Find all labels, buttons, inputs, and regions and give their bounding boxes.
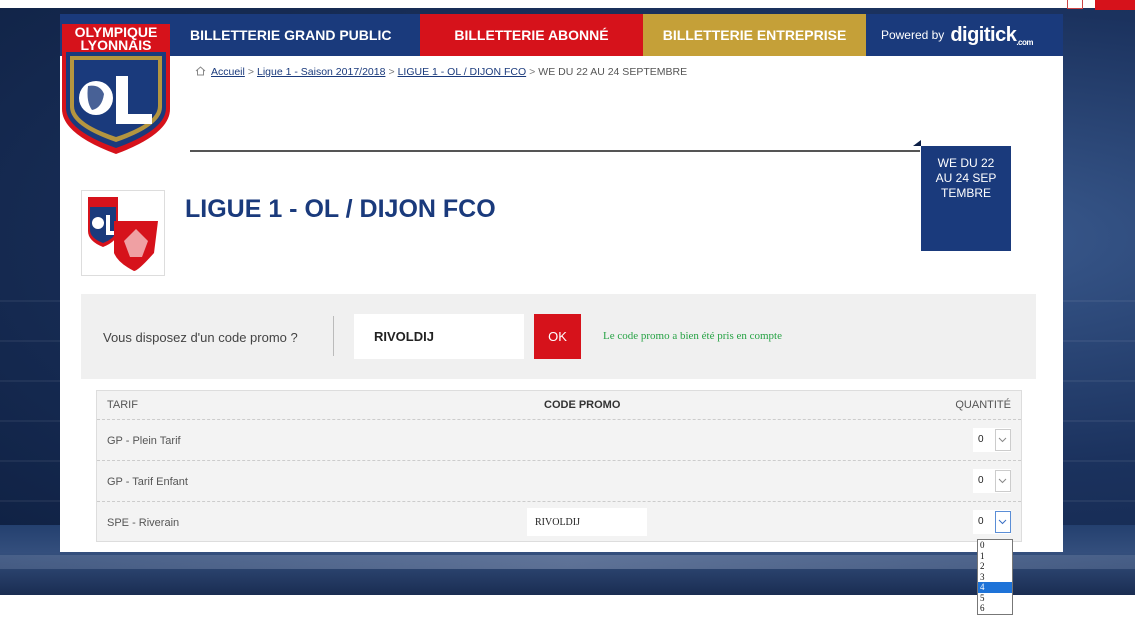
promo-success-message: Le code promo a bien été pris en compte (603, 330, 782, 342)
tarif-label: SPE - Riverain (107, 517, 180, 529)
date-badge: WE DU 22 AU 24 SEPTEMBRE (913, 140, 1011, 251)
breadcrumb: Accueil > Ligue 1 - Saison 2017/2018 > LIGUE… (195, 66, 687, 78)
tarif-label: GP - Tarif Enfant (107, 476, 188, 488)
dropdown-option[interactable]: 3 (978, 572, 1012, 583)
breadcrumb-accueil[interactable]: Accueil (211, 66, 245, 78)
quantity-select[interactable]: 0 (973, 469, 1011, 493)
row-promo-code-field[interactable] (527, 508, 647, 536)
promo-code-input[interactable] (354, 314, 524, 359)
home-icon[interactable] (195, 66, 206, 76)
browser-top-strip (0, 0, 1135, 10)
match-title: LIGUE 1 - OL / DIJON FCO (185, 195, 496, 223)
quantity-select[interactable]: 0 (973, 510, 1011, 534)
table-row: GP - Tarif Enfant 0 (97, 460, 1021, 502)
breadcrumb-current: WE DU 22 AU 24 SEPTEMBRE (538, 66, 688, 78)
dropdown-option[interactable]: 2 (978, 561, 1012, 572)
tarif-label: GP - Plein Tarif (107, 435, 181, 447)
match-logos (81, 190, 165, 276)
table-row: GP - Plein Tarif 0 (97, 419, 1021, 461)
header-quantite: QUANTITÉ (955, 399, 1011, 411)
chevron-down-icon (999, 519, 1007, 525)
powered-by-label: Powered by (880, 28, 945, 42)
dropdown-option[interactable]: 4 (978, 582, 1012, 593)
table-header: TARIF CODE PROMO QUANTITÉ (97, 391, 1021, 419)
promo-section: Vous disposez d'un code promo ? OK Le co… (81, 294, 1036, 379)
quantity-dropdown-list: 0123456 (977, 539, 1013, 615)
header-code-promo: CODE PROMO (544, 399, 621, 411)
powered-by[interactable]: Powered by digitick.com (866, 14, 1063, 56)
main-nav: BILLETTERIE GRAND PUBLIC BILLETTERIE ABO… (60, 14, 1063, 56)
header-tarif: TARIF (107, 399, 138, 411)
svg-text:LYONNAIS: LYONNAIS (80, 37, 151, 53)
table-row: SPE - Riverain 0 (97, 501, 1021, 543)
close-window-button[interactable] (1095, 0, 1135, 10)
dropdown-option[interactable]: 6 (978, 603, 1012, 614)
chevron-down-icon (999, 437, 1007, 443)
chevron-down-icon (999, 478, 1007, 484)
divider (190, 150, 920, 152)
olympique-lyonnais-logo[interactable]: OLYMPIQUE LYONNAIS (60, 24, 172, 154)
tab-entreprise[interactable]: BILLETTERIE ENTREPRISE (643, 14, 866, 56)
breadcrumb-saison[interactable]: Ligue 1 - Saison 2017/2018 (257, 66, 385, 78)
tarif-table: TARIF CODE PROMO QUANTITÉ GP - Plein Tar… (96, 390, 1022, 542)
digitick-logo: digitick.com (950, 23, 1033, 47)
breadcrumb-match[interactable]: LIGUE 1 - OL / DIJON FCO (398, 66, 527, 78)
promo-ok-button[interactable]: OK (534, 314, 581, 359)
tab-abonne[interactable]: BILLETTERIE ABONNÉ (420, 14, 643, 56)
dropdown-option[interactable]: 5 (978, 593, 1012, 604)
promo-question: Vous disposez d'un code promo ? (103, 330, 298, 345)
quantity-select[interactable]: 0 (973, 428, 1011, 452)
dropdown-option[interactable]: 1 (978, 551, 1012, 562)
dropdown-option[interactable]: 0 (978, 540, 1012, 551)
